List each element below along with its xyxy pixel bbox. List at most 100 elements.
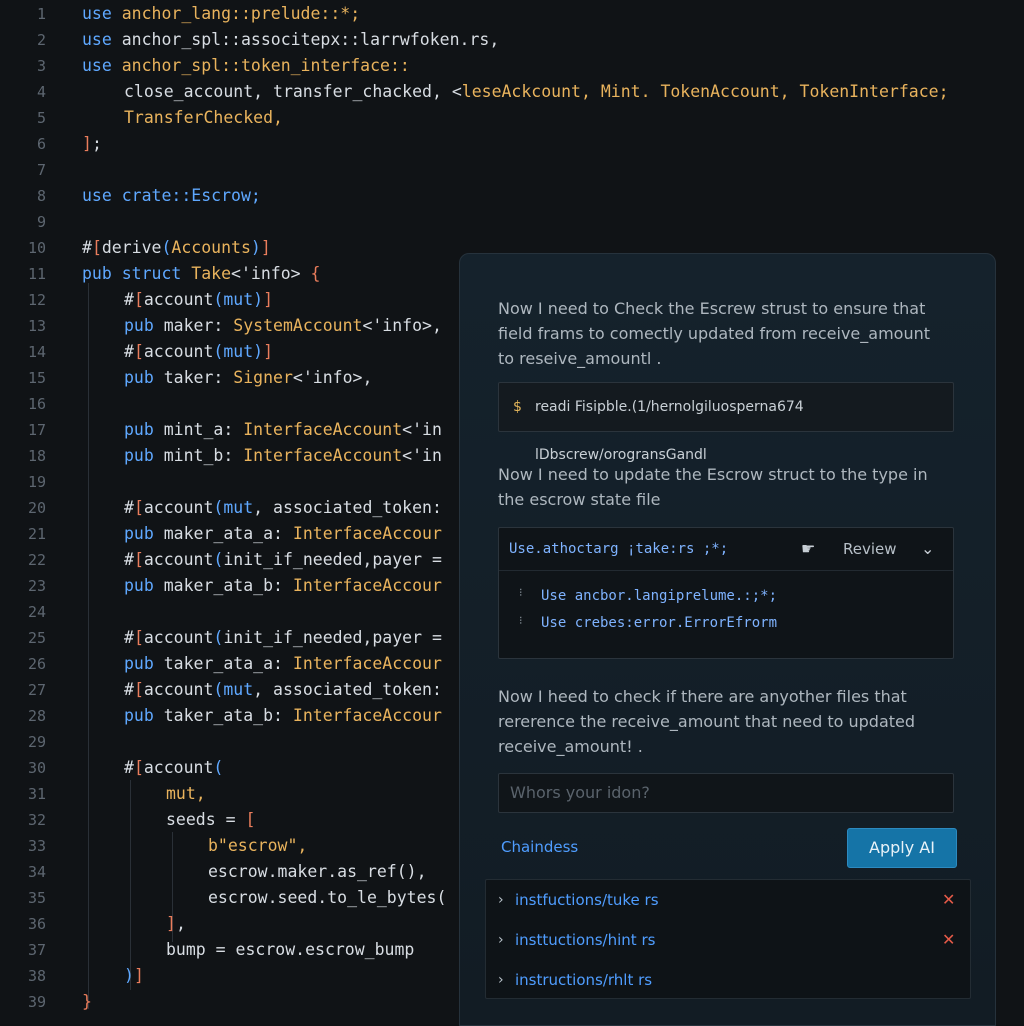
code-text: use anchor_lang::prelude::*;: [82, 1, 360, 27]
indent-guide: [88, 283, 89, 1009]
apply-ai-button[interactable]: Apply AI: [847, 828, 957, 868]
file-item[interactable]: › instructions/rhlt rs: [486, 960, 970, 1000]
code-token: {: [310, 264, 321, 283]
code-token: account: [143, 342, 214, 361]
line-number: 23: [27, 577, 46, 595]
line-number: 25: [27, 629, 46, 647]
code-token: InterfaceAccour: [292, 576, 442, 595]
code-text: ];: [82, 131, 102, 157]
code-token: account: [143, 680, 214, 699]
code-token: <'info>,: [362, 316, 442, 335]
code-token: use: [82, 56, 112, 75]
close-icon[interactable]: ✕: [942, 920, 955, 960]
code-text: )]: [124, 963, 144, 989]
line-number: 37: [27, 941, 46, 959]
line-number: 38: [27, 967, 46, 985]
code-token: InterfaceAccount: [243, 420, 403, 439]
code-token: #: [124, 758, 134, 777]
code-token: SystemAccount: [233, 316, 363, 335]
code-token: taker:: [153, 368, 234, 387]
code-token: [: [133, 290, 144, 309]
code-token: ): [250, 238, 261, 257]
file-name[interactable]: instfuctions/tuke rs: [515, 880, 659, 920]
chevron-right-icon[interactable]: ›: [498, 960, 504, 1000]
code-token: #: [124, 498, 134, 517]
code-token: ,: [175, 914, 186, 933]
assistant-message-1: Now I need to Check the Escrew strust to…: [498, 299, 931, 368]
tool-call-read-file[interactable]: $ readi Fisipble.(1/hernolgiluosperna674…: [498, 382, 954, 463]
code-text: use anchor_spl::associtepx::larrwfoken.r…: [82, 27, 499, 53]
code-token: anchor_spl::token_interface::: [111, 56, 410, 75]
code-token: ]: [82, 134, 92, 153]
code-token: pub: [124, 420, 154, 439]
line-marker-icon: ⁝: [519, 614, 523, 627]
line-number: 14: [27, 343, 46, 361]
line-number: 22: [27, 551, 46, 569]
line-number: 20: [27, 499, 46, 517]
code-token: <'info>: [231, 264, 311, 283]
file-item[interactable]: › instfuctions/tuke rs ✕: [486, 880, 970, 920]
code-token: mut,: [166, 784, 206, 803]
code-token: #: [124, 550, 134, 569]
close-icon[interactable]: ✕: [942, 880, 955, 920]
code-token: TransferChecked,: [124, 108, 283, 127]
code-token: tep: [300, 30, 331, 49]
code-token: InterfaceAccour: [292, 706, 442, 725]
code-token: InterfaceAccour: [292, 524, 442, 543]
code-suggestion-file: Use.athoctarg ¡take:rs ;*;: [509, 541, 729, 557]
code-token: bump = escrow.escrow_bump: [166, 940, 415, 959]
code-text: pub maker_ata_a: InterfaceAccour: [124, 521, 442, 547]
code-token: (: [213, 550, 224, 569]
chevron-right-icon[interactable]: ›: [498, 880, 504, 920]
code-token: #: [124, 628, 134, 647]
code-text: pub maker: SystemAccount<'info>,: [124, 313, 442, 339]
code-token: use: [82, 186, 112, 205]
code-token: pub: [124, 316, 154, 335]
chat-input[interactable]: Whors your idon?: [498, 773, 954, 813]
file-name[interactable]: insttuctions/hint rs: [515, 920, 655, 960]
code-text: pub taker: Signer<'info>,: [124, 365, 372, 391]
changes-link[interactable]: Chaindess: [501, 838, 578, 856]
code-token: taker_ata_b:: [153, 706, 293, 725]
file-item[interactable]: › insttuctions/hint rs ✕: [486, 920, 970, 960]
terminal-icon: $: [513, 399, 522, 415]
code-text: use anchor_spl::token_interface::: [82, 53, 410, 79]
code-text: escrow.maker.as_ref(),: [208, 859, 427, 885]
assistant-message-2: Now I need to update the Escrow struct t…: [498, 465, 928, 509]
code-token: account: [143, 758, 214, 777]
code-token: account: [143, 550, 214, 569]
chevron-right-icon[interactable]: ›: [498, 920, 504, 960]
code-text: #[account(mut, associated_token:: [124, 495, 442, 521]
file-name[interactable]: instructions/rhlt rs: [515, 960, 652, 1000]
code-token: , associated_token:: [253, 680, 442, 699]
code-text: #[account(mut)]: [124, 339, 273, 365]
code-text: #[account(: [124, 755, 223, 781]
code-token: <'in: [402, 446, 442, 465]
code-text: escrow.seed.to_le_bytes(: [208, 885, 446, 911]
code-token: Accounts: [171, 238, 251, 257]
code-token: escrow.maker.as_ref(),: [208, 862, 427, 881]
line-number: 19: [27, 473, 46, 491]
code-token: pub: [124, 368, 154, 387]
code-text: pub maker_ata_b: InterfaceAccour: [124, 573, 442, 599]
code-token: account: [143, 290, 214, 309]
hand-icon[interactable]: ☛: [801, 528, 815, 570]
code-token: pub: [124, 576, 154, 595]
code-token: [: [133, 758, 144, 777]
line-number: 33: [27, 837, 46, 855]
line-number: 11: [27, 265, 46, 283]
code-token: anchor_lang::prelude::*;: [111, 4, 361, 23]
code-token: [: [133, 680, 144, 699]
review-button[interactable]: Review: [843, 528, 897, 570]
code-token: anchor_spl::associ: [111, 30, 301, 49]
chevron-down-icon[interactable]: ⌄: [921, 528, 934, 570]
line-number: 21: [27, 525, 46, 543]
code-token: ): [124, 966, 134, 985]
code-suggestion-line: Use ancbor.langiprelume.:;*;: [541, 588, 778, 604]
line-number: 15: [27, 369, 46, 387]
code-suggestion-block: Use.athoctarg ¡take:rs ;*; ☛ Review ⌄ ⁝ …: [498, 527, 954, 659]
code-text: seeds = [: [166, 807, 255, 833]
line-number: 5: [36, 109, 46, 127]
code-token: use: [82, 30, 112, 49]
code-token: close_account, transfer_chacked, <: [124, 82, 462, 101]
